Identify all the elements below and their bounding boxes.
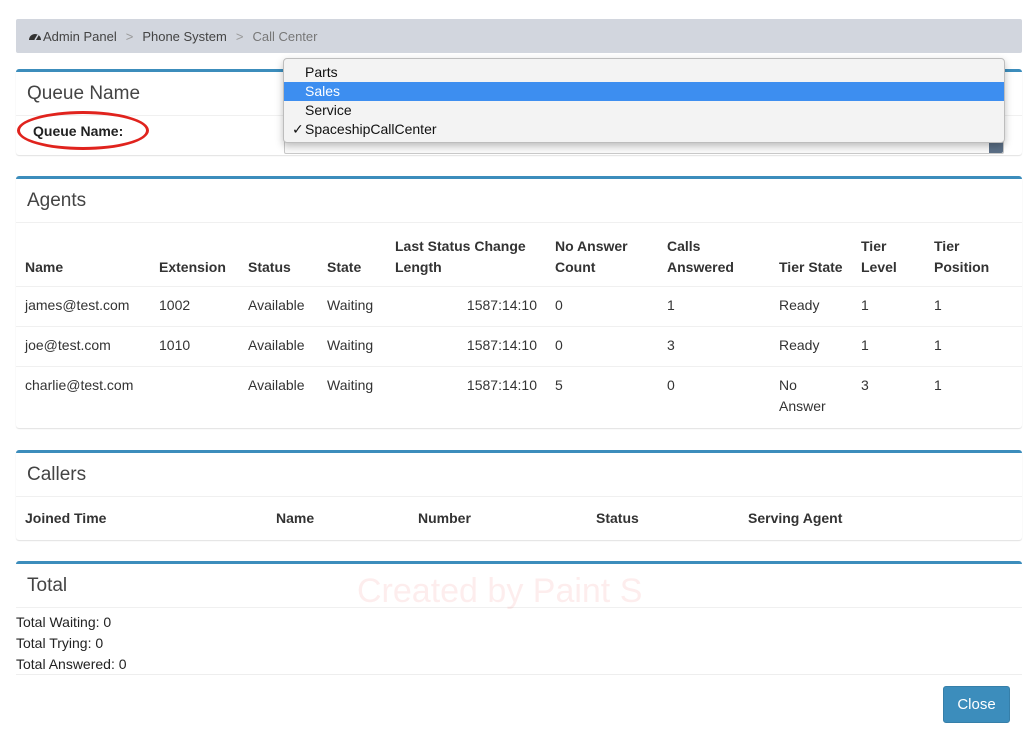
table-row: charlie@test.com Available Waiting 1587:…	[16, 365, 1022, 425]
col-caller-name: Name	[276, 510, 315, 526]
agent-calls-answered: 0	[658, 365, 770, 425]
agent-no-answer-count: 0	[546, 325, 658, 366]
agent-status: Available	[239, 365, 318, 425]
agents-box: Agents Name Extension Status State Last …	[16, 176, 1022, 428]
option-label: Service	[305, 102, 352, 118]
col-caller-status: Status	[596, 510, 639, 526]
dashboard-icon	[29, 34, 41, 41]
agent-name: charlie@test.com	[16, 365, 150, 425]
total-answered: Total Answered: 0	[16, 656, 127, 672]
agent-tier-state: No Answer	[770, 365, 852, 425]
total-trying: Total Trying: 0	[16, 635, 104, 651]
col-calls-answered: Calls Answered	[667, 237, 734, 275]
col-state: State	[327, 258, 362, 275]
agent-status: Available	[239, 285, 318, 326]
breadcrumb-separator: >	[235, 28, 244, 44]
agent-tier-state: Ready	[770, 325, 852, 366]
agents-table: Name Extension Status State Last Status …	[16, 223, 1022, 425]
col-number: Number	[418, 510, 471, 526]
agent-tier-level: 1	[852, 285, 925, 326]
agent-last-status-change: 1587:14:10	[386, 365, 546, 425]
agent-tier-position: 1	[925, 365, 1022, 425]
agent-tier-position: 1	[925, 325, 1022, 366]
breadcrumb-separator: >	[125, 28, 134, 44]
agent-no-answer-count: 5	[546, 365, 658, 425]
agent-name: joe@test.com	[16, 325, 150, 366]
agent-tier-level: 3	[852, 365, 925, 425]
table-row: james@test.com 1002 Available Waiting 15…	[16, 285, 1022, 326]
total-box: Total Total Waiting: 0 Total Trying: 0 T…	[16, 561, 1022, 731]
agent-state: Waiting	[318, 365, 386, 425]
agent-extension: 1010	[150, 325, 239, 366]
col-tier-level: Tier Level	[861, 237, 897, 275]
col-extension: Extension	[159, 258, 226, 275]
option-label: Sales	[305, 83, 341, 99]
col-tier-state: Tier State	[779, 258, 843, 275]
breadcrumb-call-center: Call Center	[252, 28, 318, 44]
agent-extension	[150, 365, 239, 425]
agent-status: Available	[239, 325, 318, 366]
dropdown-option-service[interactable]: Service	[284, 101, 1004, 120]
option-label: Parts	[305, 64, 338, 80]
agents-header-row: Name Extension Status State Last Status …	[16, 223, 1022, 286]
agent-last-status-change: 1587:14:10	[386, 285, 546, 326]
col-name: Name	[25, 258, 64, 275]
checkmark-icon: ✓	[292, 121, 304, 137]
close-button[interactable]: Close	[943, 686, 1010, 723]
col-no-answer-count: No Answer Count	[555, 237, 628, 275]
dropdown-option-sales[interactable]: Sales	[284, 82, 1004, 101]
col-tier-position: Tier Position	[934, 237, 990, 275]
total-divider	[16, 674, 1022, 675]
breadcrumb: Admin Panel > Phone System > Call Center	[16, 19, 1022, 53]
agent-tier-state: Ready	[770, 285, 852, 326]
total-box-title: Total	[16, 564, 1022, 608]
agent-calls-answered: 3	[658, 325, 770, 366]
dropdown-option-parts[interactable]: Parts	[284, 63, 1004, 82]
agent-extension: 1002	[150, 285, 239, 326]
agent-tier-level: 1	[852, 325, 925, 366]
total-waiting: Total Waiting: 0	[16, 614, 112, 630]
col-status: Status	[248, 258, 291, 275]
agent-last-status-change: 1587:14:10	[386, 325, 546, 366]
table-row: joe@test.com 1010 Available Waiting 1587…	[16, 325, 1022, 366]
breadcrumb-phone-system[interactable]: Phone System	[142, 29, 227, 44]
breadcrumb-admin-panel[interactable]: Admin Panel	[43, 29, 117, 44]
agent-name: james@test.com	[16, 285, 150, 326]
agent-state: Waiting	[318, 285, 386, 326]
col-last-status-change: Last Status Change Length	[395, 237, 526, 275]
callers-box-title: Callers	[16, 453, 1022, 497]
dropdown-option-spaceshipcallcenter[interactable]: ✓ SpaceshipCallCenter	[284, 120, 1004, 139]
agent-tier-position: 1	[925, 285, 1022, 326]
agent-no-answer-count: 0	[546, 285, 658, 326]
queue-dropdown-list[interactable]: Parts Sales Service ✓ SpaceshipCallCente…	[283, 58, 1005, 143]
col-serving-agent: Serving Agent	[748, 510, 843, 526]
callers-box: Callers Joined Time Name Number Status S…	[16, 450, 1022, 540]
agent-state: Waiting	[318, 325, 386, 366]
col-joined-time: Joined Time	[25, 510, 107, 526]
option-label: SpaceshipCallCenter	[305, 121, 437, 137]
queue-name-label: Queue Name:	[33, 123, 124, 139]
agents-box-title: Agents	[16, 179, 1022, 223]
agent-calls-answered: 1	[658, 285, 770, 326]
callers-header-row: Joined Time Name Number Status Serving A…	[16, 497, 1022, 539]
